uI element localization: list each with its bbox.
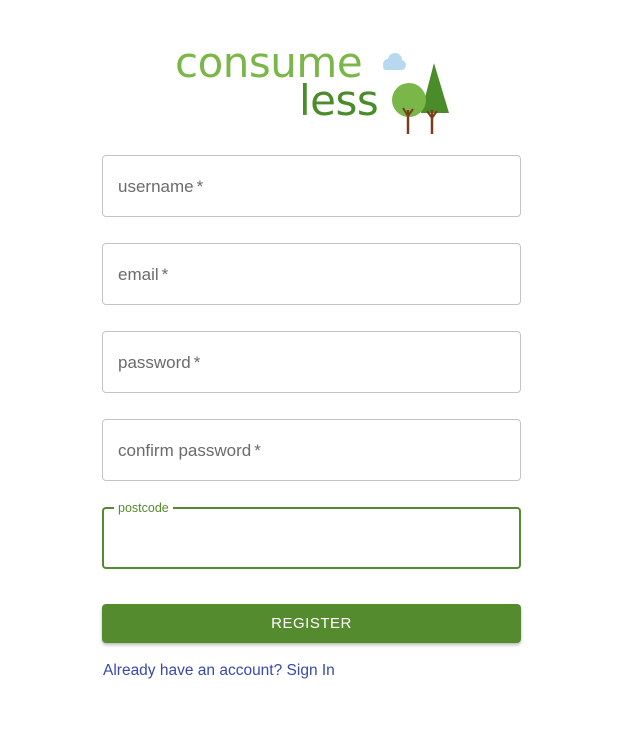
postcode-input[interactable]	[118, 527, 503, 549]
sign-in-link[interactable]: Already have an account? Sign In	[103, 662, 335, 680]
confirm-password-label: confirm password *	[118, 441, 261, 460]
logo-text-less: less	[299, 76, 379, 125]
register-button[interactable]: REGISTER	[102, 604, 521, 643]
confirm-password-field[interactable]: confirm password *	[102, 419, 521, 481]
trees-cloud-icon	[383, 53, 449, 134]
username-field[interactable]: username *	[102, 155, 521, 217]
postcode-field[interactable]: postcode	[102, 501, 521, 569]
username-label: username *	[118, 177, 204, 196]
consume-less-logo: consume less	[172, 42, 462, 134]
password-label: password *	[118, 353, 201, 372]
email-field[interactable]: email *	[102, 243, 521, 305]
cloud-icon	[383, 53, 406, 70]
email-label: email *	[118, 265, 169, 284]
postcode-label: postcode	[114, 501, 173, 515]
password-field[interactable]: password *	[102, 331, 521, 393]
round-tree-icon	[392, 83, 426, 134]
